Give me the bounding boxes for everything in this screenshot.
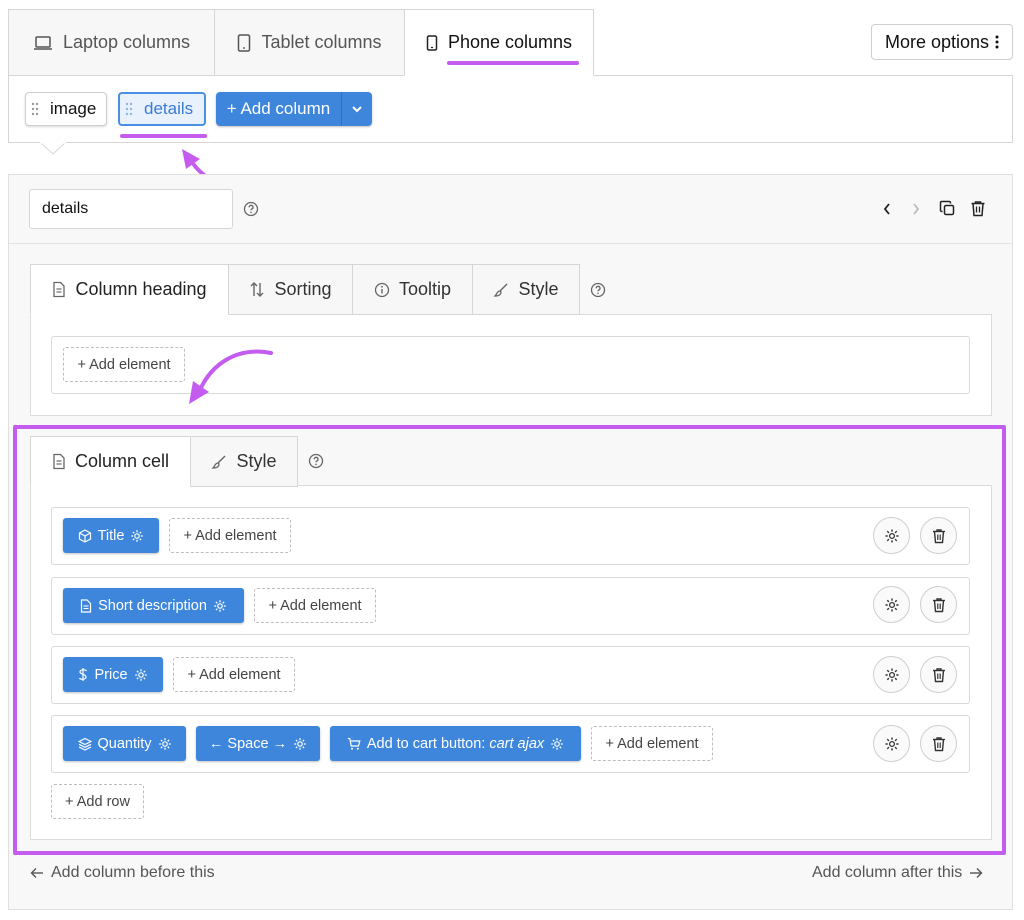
kebab-icon [995,35,999,49]
tab-tooltip[interactable]: Tooltip [352,264,473,315]
tab-label: Column cell [74,451,170,471]
next-column-icon[interactable] [911,202,921,216]
column-name-input[interactable]: details [29,189,233,229]
help-icon[interactable] [590,282,606,298]
link-label: Add column after this [812,864,963,881]
tab-phone-columns[interactable]: Phone columns [404,9,594,76]
more-options-label: More options [884,31,990,52]
column-chip-label: details [144,99,194,118]
column-chip-details[interactable]: details [118,92,206,126]
add-column-after-link[interactable]: Add column after this [812,864,983,882]
add-column-before-link[interactable]: Add column before this [30,864,215,882]
column-chip-image[interactable]: image [25,92,107,126]
sort-icon [249,281,265,298]
tab-sorting[interactable]: Sorting [228,264,353,315]
heading-add-element-button[interactable]: + Add element [63,347,185,382]
add-column-button[interactable]: + Add column [216,92,372,126]
tab-label: Tablet columns [261,32,382,52]
bar-pointer [40,142,66,155]
brush-icon [493,282,509,298]
tablet-icon [237,33,251,52]
tab-column-heading[interactable]: Column heading [30,264,229,315]
tab-label: Tooltip [398,279,452,299]
tab-heading-style[interactable]: Style [472,264,580,315]
tab-label: Column heading [75,279,207,299]
add-column-label: + Add column [226,99,331,118]
previous-column-icon[interactable] [882,202,892,216]
divider [9,243,1012,244]
phone-icon [426,34,438,51]
laptop-icon [33,35,53,51]
add-column-dropdown-toggle[interactable] [341,92,372,126]
drag-handle-icon[interactable] [120,102,138,116]
chevron-down-icon [352,105,362,113]
tab-label: Laptop columns [62,32,191,52]
active-tab-underline [447,61,579,65]
duplicate-icon[interactable] [939,200,956,217]
tab-label: Sorting [274,279,332,299]
tab-laptop-columns[interactable]: Laptop columns [8,9,215,76]
info-icon [374,282,390,298]
annotation-highlight-box [13,425,1006,855]
column-chip-label: image [50,99,97,118]
selected-column-underline [120,134,207,138]
document-icon [52,281,66,298]
link-label: Add column before this [51,864,215,881]
drag-handle-icon[interactable] [26,102,44,116]
annotation-arrow [189,349,273,404]
tab-label: Phone columns [447,32,573,52]
help-icon[interactable] [243,201,259,217]
arrow-left-icon [30,867,44,879]
tab-column-cell[interactable]: Column cell [30,436,191,487]
trash-icon[interactable] [970,200,986,217]
tab-tablet-columns[interactable]: Tablet columns [214,9,405,76]
more-options-button[interactable]: More options [871,24,1013,60]
tab-label: Style [518,279,559,299]
arrow-right-icon [969,867,983,879]
document-icon [52,453,66,470]
